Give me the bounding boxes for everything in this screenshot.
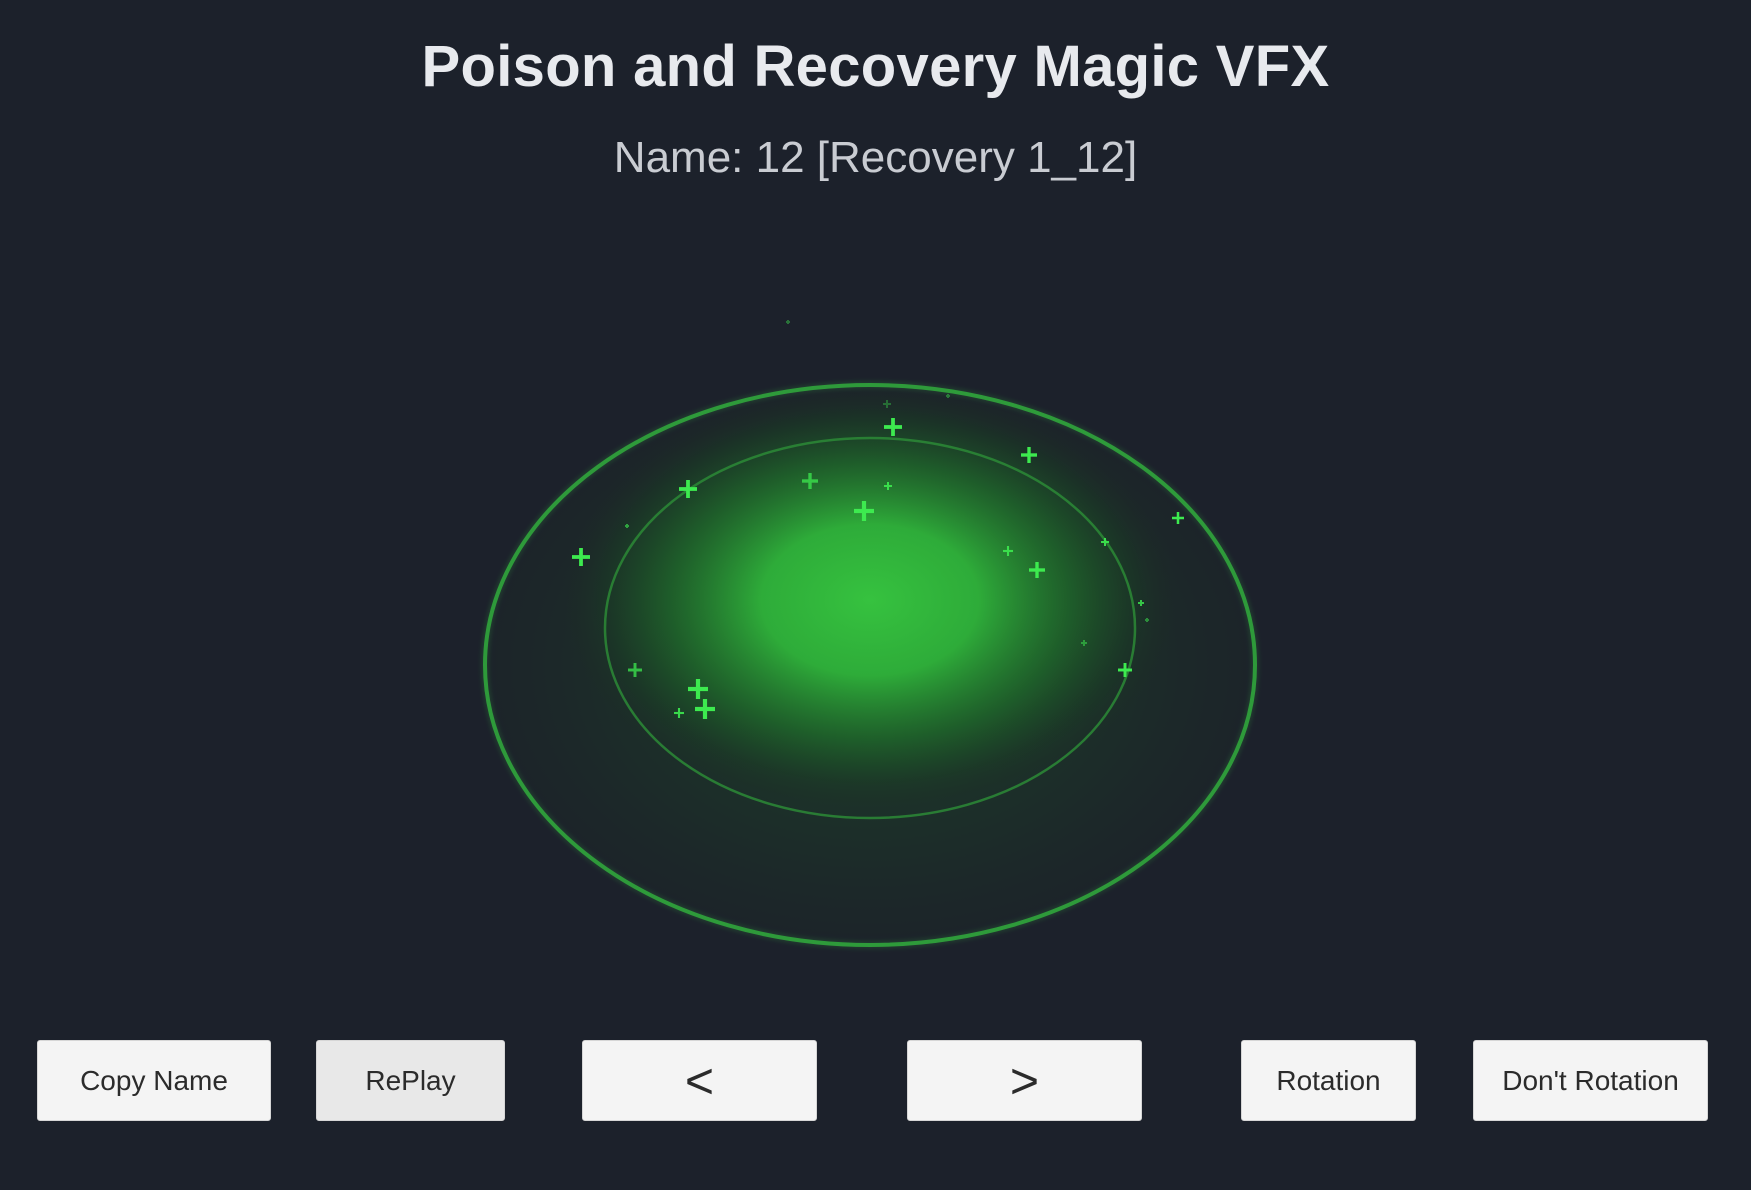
core-glow xyxy=(560,385,1180,815)
next-effect-button[interactable]: > xyxy=(907,1040,1142,1121)
rotation-button[interactable]: Rotation xyxy=(1241,1040,1416,1121)
copy-name-button[interactable]: Copy Name xyxy=(37,1040,271,1121)
previous-effect-button[interactable]: < xyxy=(582,1040,817,1121)
magic-circle xyxy=(475,380,1265,950)
replay-button[interactable]: RePlay xyxy=(316,1040,505,1121)
vfx-viewport xyxy=(475,320,1265,950)
dont-rotation-button[interactable]: Don't Rotation xyxy=(1473,1040,1708,1121)
plus-particle-icon xyxy=(786,320,790,324)
